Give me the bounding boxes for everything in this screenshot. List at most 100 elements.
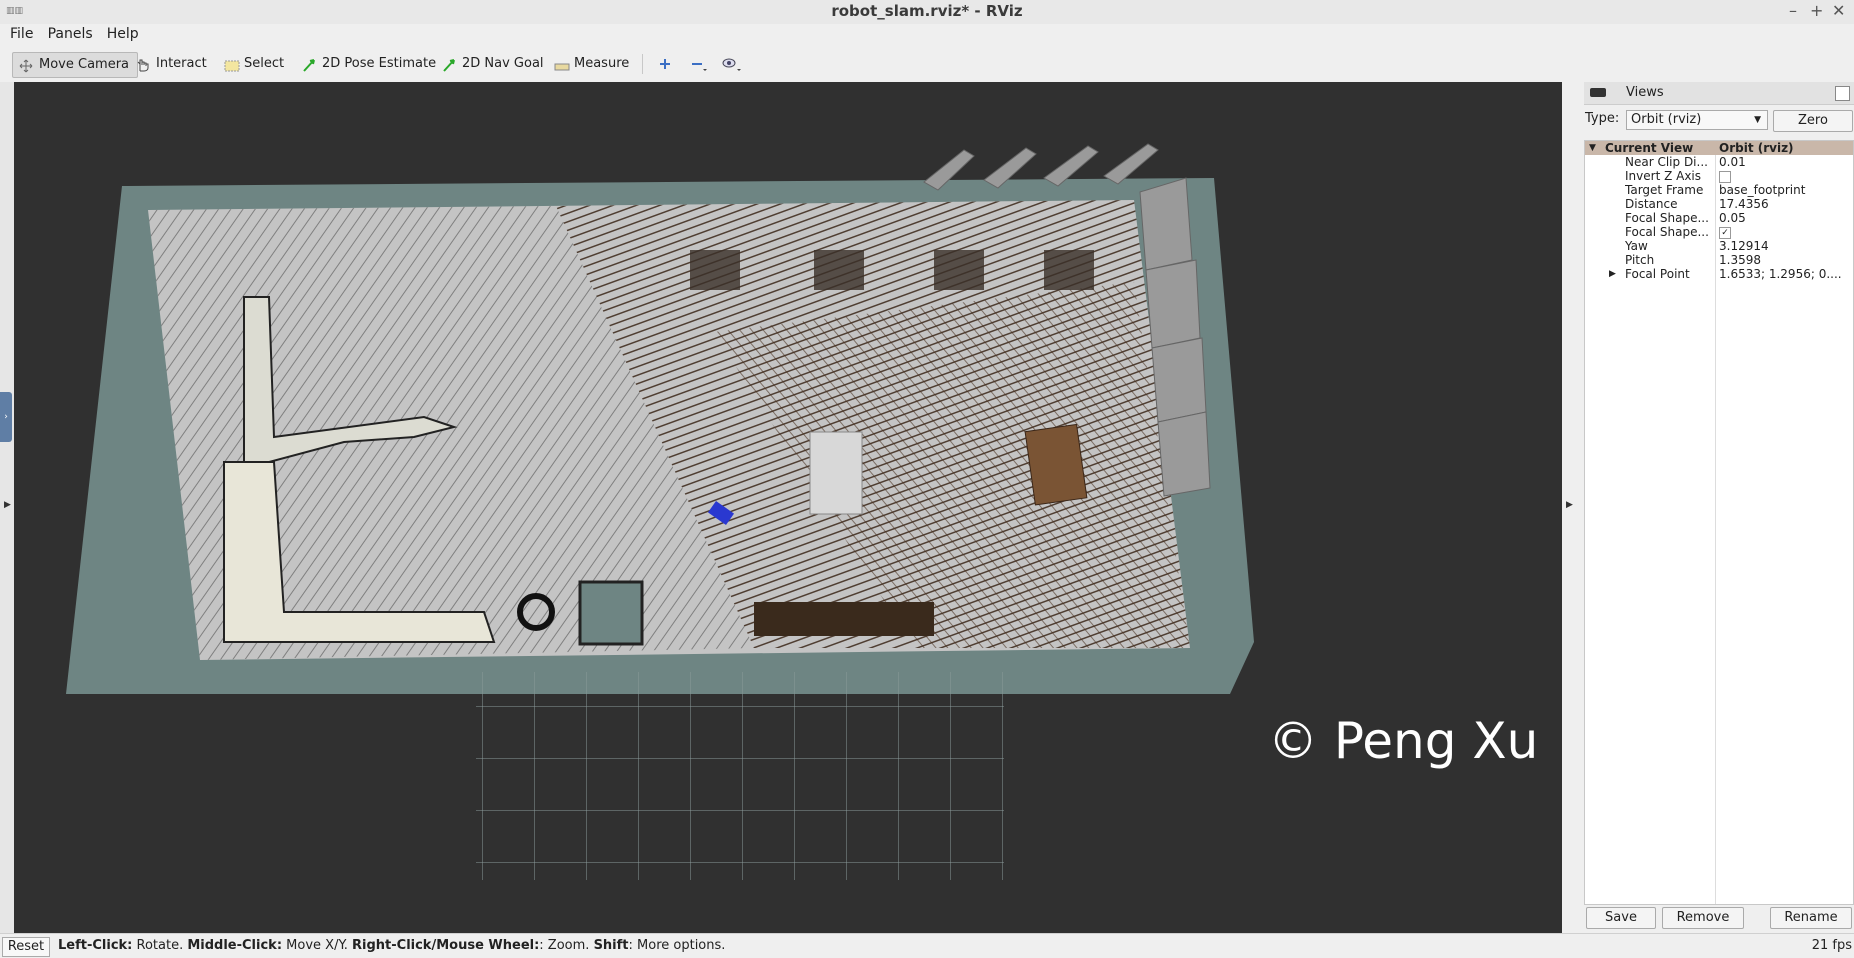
bench <box>754 602 934 636</box>
hint-text: : More options. <box>628 938 726 953</box>
cabinet <box>1024 423 1088 506</box>
save-button[interactable]: Save <box>1586 907 1656 929</box>
property-key: Focal Point <box>1625 267 1690 281</box>
property-key: Yaw <box>1625 239 1648 253</box>
toolbar: Move Camera Interact Select 2D Pose Esti… <box>0 46 1854 83</box>
select-label: Select <box>244 56 285 71</box>
move-camera-icon <box>19 58 33 73</box>
current-view-row[interactable]: ▼ Current View Orbit (rviz) <box>1585 141 1853 155</box>
zero-button[interactable]: Zero <box>1773 110 1853 132</box>
reset-button[interactable]: Reset <box>2 937 50 957</box>
toolbar-separator <box>642 54 643 74</box>
camera-icon <box>1590 88 1606 97</box>
select-box-icon <box>224 57 240 72</box>
add-tool-icon[interactable] <box>652 52 680 76</box>
property-row-invert-z[interactable]: Invert Z Axis <box>1585 169 1853 183</box>
property-value[interactable] <box>1719 169 1853 183</box>
property-key: Focal Shape... <box>1625 225 1709 239</box>
property-key: Target Frame <box>1625 183 1704 197</box>
property-value[interactable]: 1.3598 <box>1719 253 1853 267</box>
current-view-label: Current View <box>1605 141 1694 155</box>
table <box>809 431 863 515</box>
hint-text: Move X/Y. <box>282 938 353 953</box>
property-value[interactable]: ✓ <box>1719 225 1853 239</box>
property-value[interactable]: 1.6533; 1.2956; 0.... <box>1719 267 1853 281</box>
property-value[interactable]: 0.01 <box>1719 155 1853 169</box>
collapse-triangle-icon[interactable]: ▼ <box>1589 141 1596 155</box>
floor-grid <box>476 672 1004 880</box>
measure-tool[interactable]: Measure <box>548 52 637 76</box>
mouse-hint: Left-Click: Rotate. Middle-Click: Move X… <box>58 938 725 953</box>
expand-right-icon[interactable]: ▶ <box>1566 500 1573 510</box>
view-type-select[interactable]: Orbit (rviz) ▼ <box>1626 110 1768 130</box>
views-panel: Views Type: Orbit (rviz) ▼ Zero ▼ Curren… <box>1584 82 1854 933</box>
property-row-focal-shape-fixed[interactable]: Focal Shape... ✓ <box>1585 225 1853 239</box>
property-row-distance[interactable]: Distance 17.4356 <box>1585 197 1853 211</box>
property-row-near-clip[interactable]: Near Clip Di... 0.01 <box>1585 155 1853 169</box>
hint-text: : Zoom. <box>539 938 594 953</box>
property-row-focal-point[interactable]: ▶ Focal Point 1.6533; 1.2956; 0.... <box>1585 267 1853 281</box>
property-key: Near Clip Di... <box>1625 155 1708 169</box>
focal-shape-checkbox[interactable]: ✓ <box>1719 226 1731 239</box>
left-panel-toggle[interactable]: › <box>0 392 12 442</box>
move-camera-label: Move Camera <box>39 57 130 72</box>
title-bar: ▥▥ robot_slam.rviz* - RViz – + ✕ <box>0 0 1854 25</box>
expand-left-icon[interactable]: ▶ <box>4 500 11 510</box>
property-key: Focal Shape... <box>1625 211 1709 225</box>
menu-panels[interactable]: Panels <box>38 24 93 42</box>
views-title: Views <box>1626 85 1664 100</box>
property-value[interactable]: 17.4356 <box>1719 197 1853 211</box>
maximize-icon[interactable]: + <box>1810 1 1823 20</box>
move-camera-tool[interactable]: Move Camera <box>12 52 139 78</box>
menu-bar: File Panels Help <box>0 24 1854 46</box>
property-row-yaw[interactable]: Yaw 3.12914 <box>1585 239 1853 253</box>
type-label: Type: <box>1585 111 1620 126</box>
interact-label: Interact <box>156 56 207 71</box>
view-properties-tree: ▼ Current View Orbit (rviz) Near Clip Di… <box>1584 140 1854 905</box>
property-row-pitch[interactable]: Pitch 1.3598 <box>1585 253 1853 267</box>
property-row-focal-shape-size[interactable]: Focal Shape... 0.05 <box>1585 211 1853 225</box>
property-row-target-frame[interactable]: Target Frame base_footprint <box>1585 183 1853 197</box>
property-value[interactable]: 0.05 <box>1719 211 1853 225</box>
menu-file[interactable]: File <box>0 24 33 42</box>
fps-counter: 21 fps <box>1811 938 1852 953</box>
watermark-text: © Peng Xu <box>1268 712 1539 770</box>
rename-button[interactable]: Rename <box>1770 907 1852 929</box>
hint-key: Left-Click: <box>58 938 133 953</box>
property-key: Invert Z Axis <box>1625 169 1702 183</box>
hand-icon <box>136 57 150 72</box>
interact-tool[interactable]: Interact <box>130 52 215 76</box>
pose-estimate-tool[interactable]: 2D Pose Estimate <box>296 52 444 76</box>
pose-estimate-label: 2D Pose Estimate <box>322 56 437 71</box>
map-scene <box>66 143 1254 880</box>
invert-z-checkbox[interactable] <box>1719 170 1731 183</box>
view-type-value: Orbit (rviz) <box>1631 112 1702 127</box>
doorway <box>578 580 644 646</box>
ruler-icon <box>554 57 570 71</box>
remove-button[interactable]: Remove <box>1662 907 1744 929</box>
menu-help[interactable]: Help <box>97 24 139 42</box>
views-panel-header: Views <box>1584 82 1854 105</box>
green-arrow-icon <box>302 57 316 72</box>
nav-goal-tool[interactable]: 2D Nav Goal <box>436 52 552 76</box>
panel-float-checkbox[interactable] <box>1835 86 1850 101</box>
hint-key: Middle-Click: <box>187 938 283 953</box>
eye-icon[interactable] <box>716 52 750 76</box>
hint-key: Shift <box>593 938 629 953</box>
expand-triangle-icon[interactable]: ▶ <box>1609 267 1616 281</box>
current-view-value: Orbit (rviz) <box>1719 141 1794 155</box>
minimize-icon[interactable]: – <box>1789 1 1797 20</box>
status-bar: Reset Left-Click: Rotate. Middle-Click: … <box>0 933 1854 958</box>
window-title: robot_slam.rviz* - RViz <box>831 2 1023 20</box>
property-value[interactable]: 3.12914 <box>1719 239 1853 253</box>
property-value[interactable]: base_footprint <box>1719 183 1853 197</box>
chevron-down-icon: ▼ <box>1754 115 1761 125</box>
property-key: Distance <box>1625 197 1678 211</box>
render-viewport[interactable]: © Peng Xu <box>14 82 1562 933</box>
close-icon[interactable]: ✕ <box>1832 1 1845 20</box>
select-tool[interactable]: Select <box>218 52 292 76</box>
measure-label: Measure <box>574 56 630 71</box>
hint-key: Right-Click/Mouse Wheel: <box>352 938 540 953</box>
green-arrow-icon <box>442 57 456 72</box>
remove-tool-icon[interactable] <box>684 52 716 76</box>
